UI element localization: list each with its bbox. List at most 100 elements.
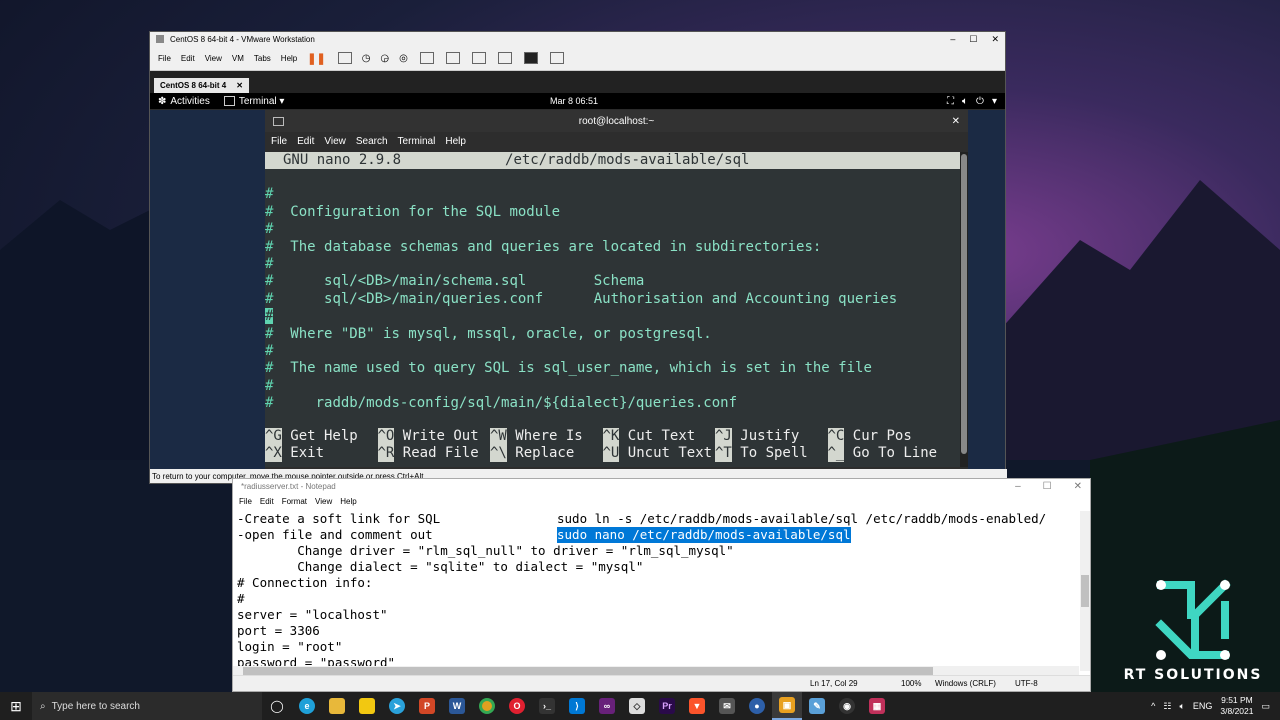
- activities-button[interactable]: ✽ Activities: [158, 96, 210, 107]
- taskbar-opera[interactable]: O: [502, 692, 532, 720]
- nano-shortcut: ^W Where Is: [490, 428, 583, 445]
- np-menu-edit[interactable]: Edit: [260, 497, 274, 506]
- tray-language[interactable]: ENG: [1193, 701, 1213, 711]
- send-keys-icon[interactable]: [337, 52, 352, 64]
- notepad-line: -Create a soft link for SQL sudo ln -s /e…: [237, 511, 1047, 526]
- tab-centos[interactable]: CentOS 8 64-bit 4 ✕: [154, 78, 249, 93]
- minimize-icon[interactable]: –: [1015, 481, 1021, 492]
- tray-network-icon[interactable]: ☷: [1163, 701, 1171, 712]
- taskbar-obs[interactable]: ◉: [832, 692, 862, 720]
- terminal-app-menu[interactable]: Terminal ▾: [223, 96, 284, 107]
- tray-clock[interactable]: 9:51 PM 3/8/2021: [1220, 695, 1253, 717]
- np-menu-view[interactable]: View: [315, 497, 332, 506]
- revert-icon[interactable]: ◶: [380, 53, 389, 64]
- close-icon[interactable]: ✕: [952, 116, 960, 127]
- notepad-window[interactable]: *radiusserver.txt - Notepad – ☐ ✕ File E…: [232, 478, 1091, 692]
- manage-snapshots-icon[interactable]: ◎: [399, 53, 408, 64]
- notification-icon[interactable]: ▭: [1261, 701, 1270, 712]
- nano-content[interactable]: # # Configuration for the SQL module # # Th…: [265, 169, 960, 412]
- fullscreen-icon[interactable]: [471, 52, 486, 64]
- chevron-down-icon[interactable]: ▾: [992, 96, 997, 107]
- notepad-line: Change driver = "rlm_sql_null" to driver…: [237, 543, 734, 558]
- vmware-titlebar[interactable]: CentOS 8 64-bit 4 - VMware Workstation –…: [150, 32, 1005, 46]
- menu-file[interactable]: File: [158, 54, 171, 63]
- taskbar-powerpoint[interactable]: P: [412, 692, 442, 720]
- task-view-button[interactable]: ◯: [262, 692, 292, 720]
- console-icon[interactable]: [523, 52, 538, 64]
- term-menu-terminal[interactable]: Terminal: [398, 136, 436, 147]
- terminal-titlebar[interactable]: root@localhost:~ ✕: [265, 110, 968, 132]
- nano-line: # sql/<DB>/main/schema.sql Schema: [265, 273, 645, 290]
- taskbar-visualstudio[interactable]: ∞: [592, 692, 622, 720]
- unity-icon[interactable]: [497, 52, 512, 64]
- term-menu-edit[interactable]: Edit: [297, 136, 314, 147]
- menu-view[interactable]: View: [205, 54, 222, 63]
- network-icon[interactable]: ⛶: [947, 96, 954, 107]
- notes-icon: [359, 698, 375, 714]
- taskbar-vscode[interactable]: ⟩: [562, 692, 592, 720]
- menu-tabs[interactable]: Tabs: [254, 54, 271, 63]
- vmware-window[interactable]: CentOS 8 64-bit 4 - VMware Workstation –…: [149, 31, 1007, 484]
- taskbar-word[interactable]: W: [442, 692, 472, 720]
- nano-line: #: [265, 342, 274, 359]
- gnome-topbar: ✽ Activities Terminal ▾ Mar 8 06:51 ⛶ 🔈︎…: [150, 93, 1005, 109]
- notepad-menubar: File Edit Format View Help: [233, 493, 1090, 509]
- start-button[interactable]: ⊞: [0, 692, 32, 720]
- tab-label: CentOS 8 64-bit 4: [160, 81, 227, 90]
- taskbar-explorer[interactable]: [322, 692, 352, 720]
- taskbar-notes[interactable]: [352, 692, 382, 720]
- taskbar-edge[interactable]: e: [292, 692, 322, 720]
- volume-icon[interactable]: 🔈︎: [962, 96, 968, 107]
- stretch-icon[interactable]: [549, 52, 564, 64]
- power-icon[interactable]: ⏻: [976, 96, 984, 107]
- taskbar-search[interactable]: ⌕ Type here to search: [32, 692, 262, 720]
- snapshot-icon[interactable]: ◷: [362, 53, 371, 64]
- nano-shortcut: ^R Read File: [377, 445, 479, 462]
- tray-volume-icon[interactable]: 🔈︎: [1179, 701, 1184, 712]
- terminal-scrollbar[interactable]: [960, 152, 968, 467]
- terminal-window[interactable]: root@localhost:~ ✕ File Edit View Search…: [265, 110, 968, 469]
- taskbar-chrome[interactable]: [472, 692, 502, 720]
- terminal-title: root@localhost:~: [578, 115, 655, 127]
- gnome-clock[interactable]: Mar 8 06:51: [550, 96, 598, 106]
- close-icon[interactable]: ✕: [1074, 481, 1082, 492]
- menu-edit[interactable]: Edit: [181, 54, 195, 63]
- term-menu-search[interactable]: Search: [356, 136, 388, 147]
- tab-close-icon[interactable]: ✕: [236, 81, 243, 90]
- menu-vm[interactable]: VM: [232, 54, 244, 63]
- terminal-icon: ›_: [539, 698, 555, 714]
- taskbar-app[interactable]: ◇: [622, 692, 652, 720]
- notepad-titlebar[interactable]: *radiusserver.txt - Notepad – ☐ ✕: [233, 479, 1090, 493]
- term-menu-file[interactable]: File: [271, 136, 287, 147]
- sidebar-toggle-icon[interactable]: [419, 52, 434, 64]
- taskbar-app2[interactable]: ●: [742, 692, 772, 720]
- menu-help[interactable]: Help: [281, 54, 297, 63]
- taskbar-brave[interactable]: ▼: [682, 692, 712, 720]
- terminal-menubar: File Edit View Search Terminal Help: [265, 132, 968, 150]
- taskbar-telegram[interactable]: ➤: [382, 692, 412, 720]
- term-menu-view[interactable]: View: [324, 136, 346, 147]
- notepad-text-area[interactable]: -Create a soft link for SQL sudo ln -s /e…: [237, 511, 1077, 667]
- np-menu-format[interactable]: Format: [282, 497, 307, 506]
- taskbar-terminal[interactable]: ›_: [532, 692, 562, 720]
- notepad-vscroll[interactable]: [1080, 511, 1090, 671]
- pause-icon[interactable]: ❚❚: [307, 52, 325, 65]
- obs-icon: ◉: [839, 698, 855, 714]
- term-menu-help[interactable]: Help: [445, 136, 466, 147]
- np-menu-file[interactable]: File: [239, 497, 252, 506]
- maximize-icon[interactable]: ☐: [1043, 481, 1052, 492]
- nano-editor[interactable]: GNU nano 2.9.8/etc/raddb/mods-available/…: [265, 152, 960, 467]
- taskbar-premiere[interactable]: Pr: [652, 692, 682, 720]
- tray-chevron-up-icon[interactable]: ^: [1151, 701, 1155, 711]
- close-icon[interactable]: ✕: [991, 34, 999, 45]
- taskbar-vmware[interactable]: ▣: [772, 692, 802, 720]
- taskbar-app3[interactable]: ▦: [862, 692, 892, 720]
- zoom-level: 100%: [901, 679, 922, 688]
- taskbar-notepad[interactable]: ✎: [802, 692, 832, 720]
- thumbnail-icon[interactable]: [445, 52, 460, 64]
- np-menu-help[interactable]: Help: [340, 497, 356, 506]
- taskbar-mail[interactable]: ✉: [712, 692, 742, 720]
- notepad-line: #: [237, 591, 245, 606]
- maximize-icon[interactable]: ☐: [969, 34, 977, 45]
- minimize-icon[interactable]: –: [950, 34, 955, 45]
